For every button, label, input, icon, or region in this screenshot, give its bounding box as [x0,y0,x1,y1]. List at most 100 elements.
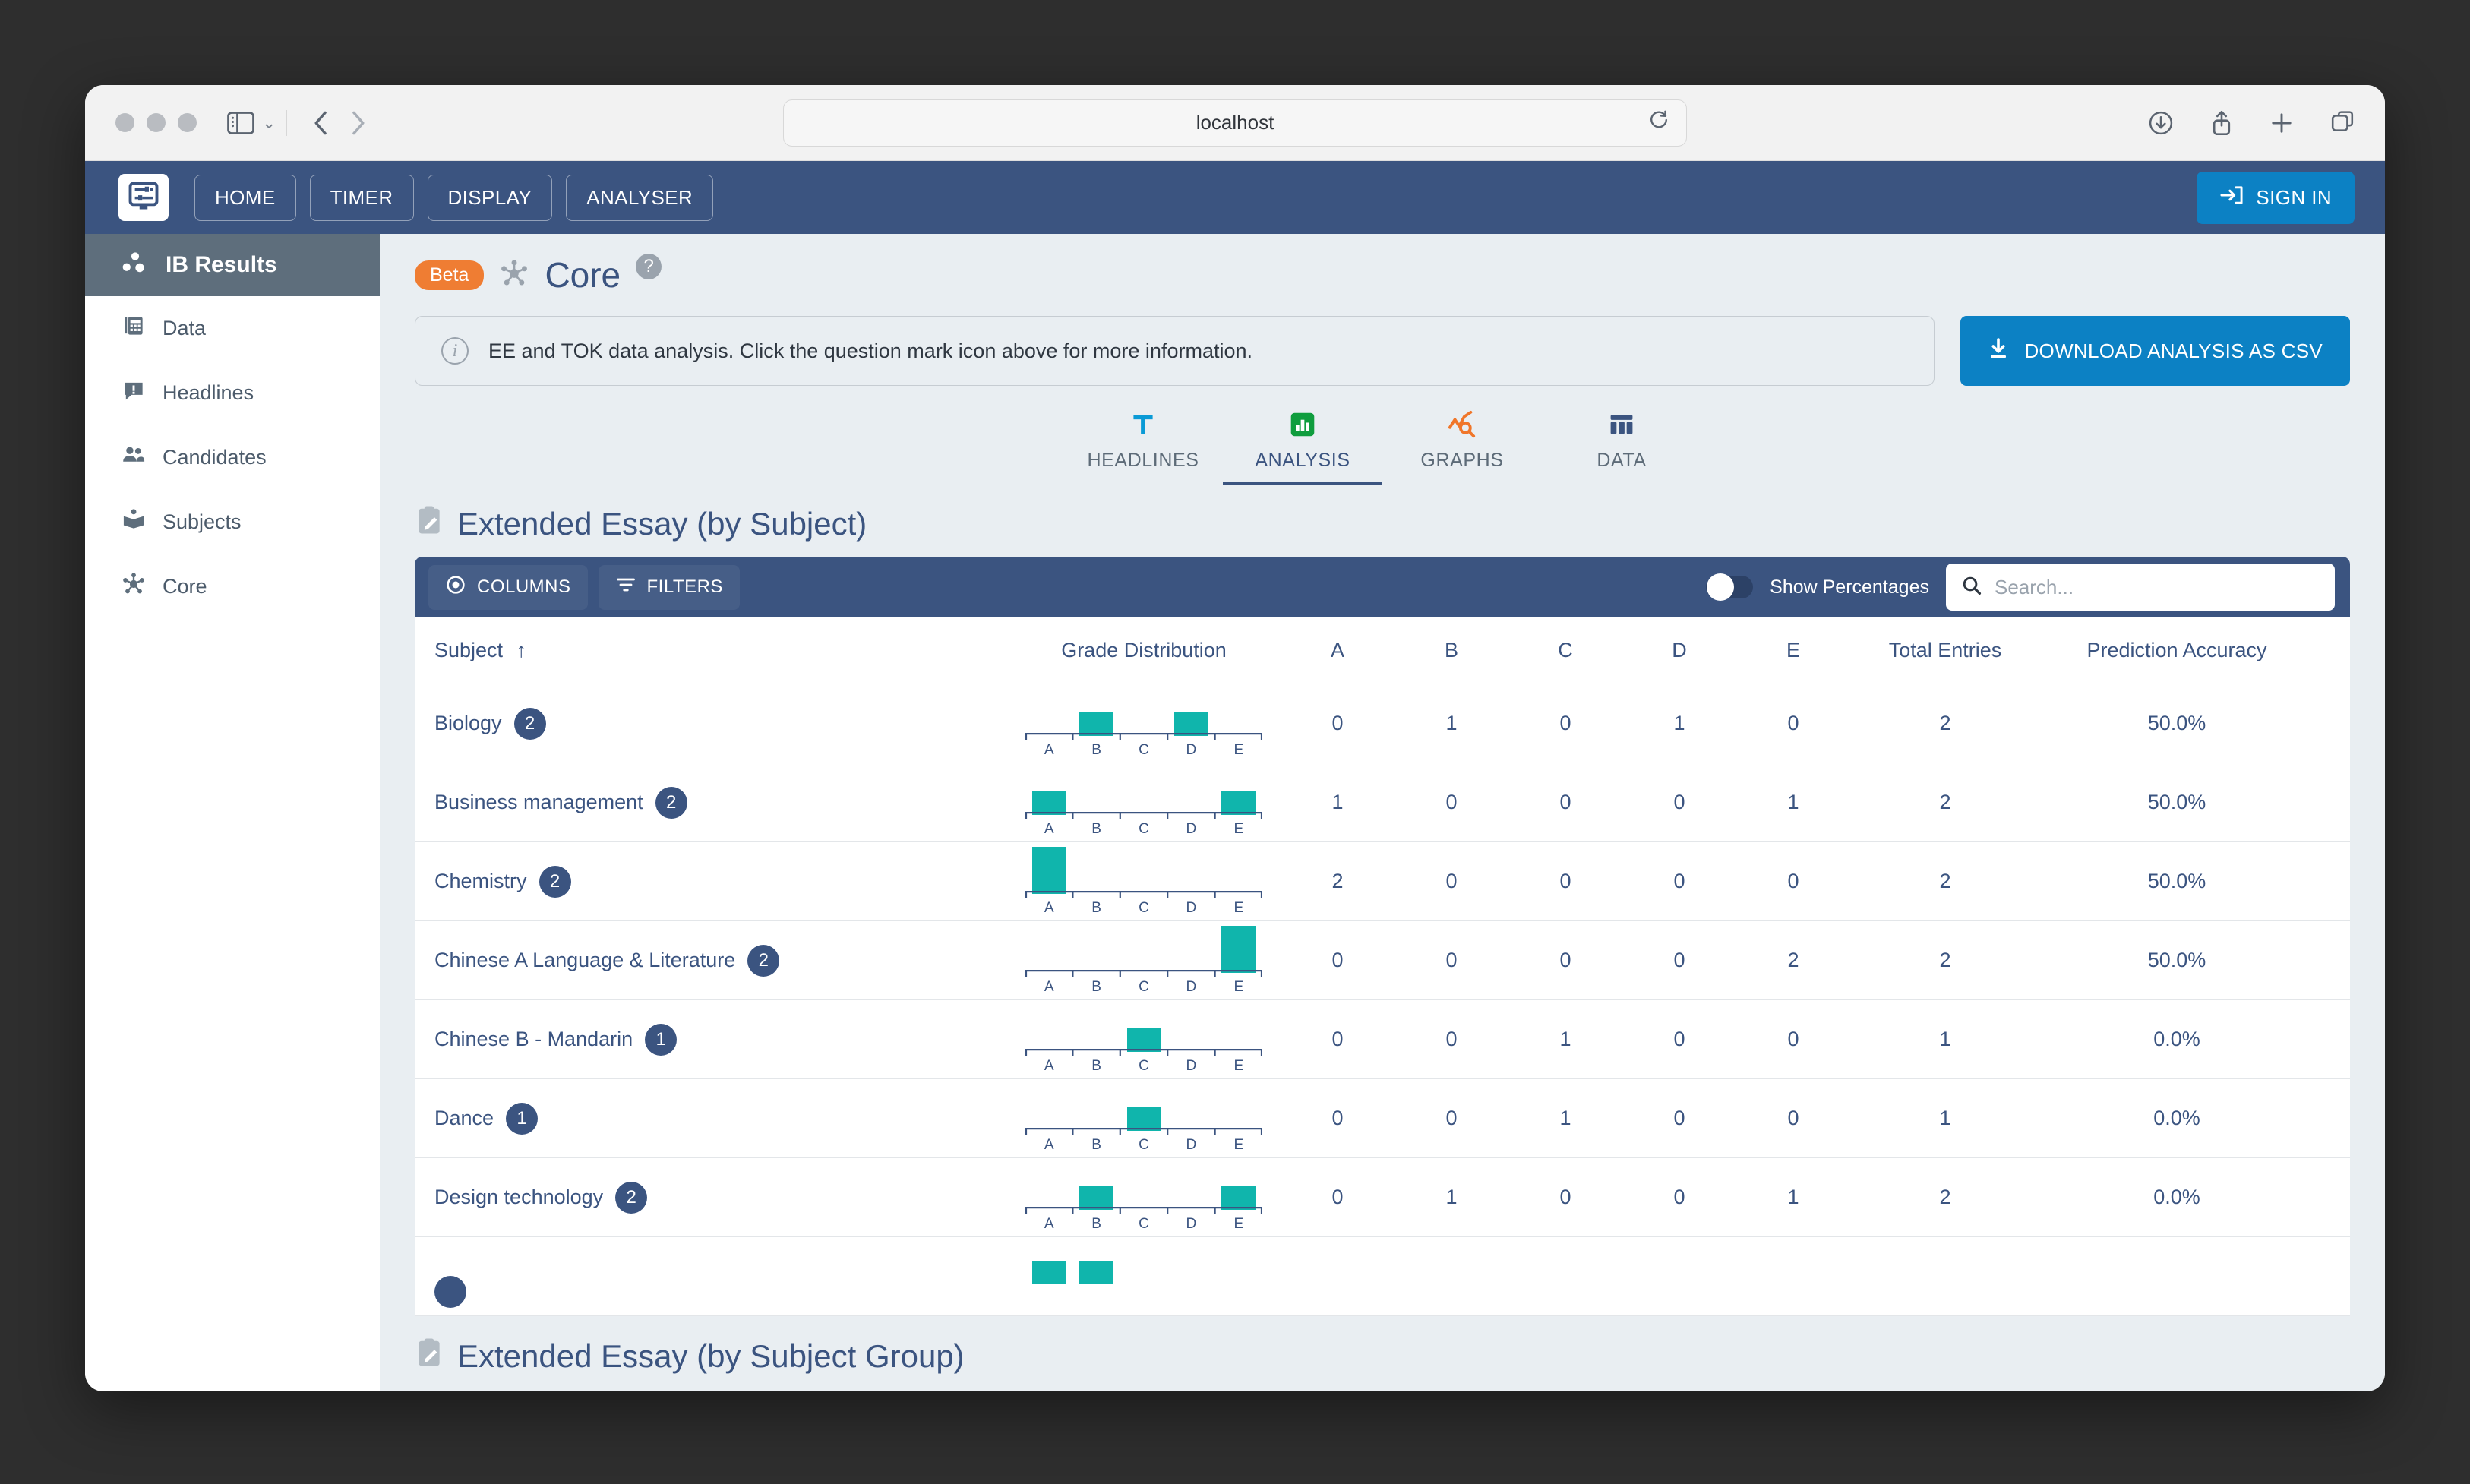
column-header-b[interactable]: B [1395,617,1508,684]
chart-axis [1025,732,1262,740]
table-row[interactable]: Dance 1 A B C D E 0 0 1 0 0 1 0.0% [415,1078,2350,1158]
display-settings-icon [127,180,160,216]
tab-headlines[interactable]: HEADLINES [1063,409,1223,485]
sidebar-toggle-icon[interactable] [227,111,254,134]
column-header-c[interactable]: C [1508,617,1622,684]
filters-label: FILTERS [646,576,723,597]
table-row-partial[interactable] [415,1236,2350,1316]
sidebar-item-candidates[interactable]: Candidates [85,425,380,490]
forward-arrow-icon[interactable] [349,110,366,136]
cell-a: 1 [1281,763,1395,842]
close-window-button[interactable] [115,113,134,132]
chart-plot [1025,1237,1262,1284]
chart-plot [1025,925,1262,973]
cell-b: 0 [1395,841,1508,921]
grade-label: E [1233,978,1244,995]
show-percentages-toggle[interactable] [1706,573,1754,601]
plus-icon[interactable] [2269,111,2294,135]
reload-icon[interactable] [1648,109,1669,136]
window-controls[interactable] [115,113,197,132]
cell-d: 0 [1622,920,1736,1000]
chart-labels: A B C D E [1025,821,1262,838]
sidebar-item-label: Candidates [163,446,267,469]
cell-d: 0 [1622,1078,1736,1158]
line-chart-search-icon [1448,409,1477,440]
download-icon[interactable] [2148,110,2174,136]
column-header-a[interactable]: A [1281,617,1395,684]
question-mark-icon[interactable]: ? [636,254,662,279]
column-header-label: Subject [434,639,504,661]
app-logo[interactable] [118,174,169,221]
column-header-total-entries[interactable]: Total Entries [1850,617,2040,684]
address-bar[interactable]: localhost [783,99,1687,147]
column-header-e[interactable]: E [1736,617,1850,684]
entry-count-badge: 2 [747,944,780,977]
bar-column [1072,1237,1120,1284]
grade-label: A [1044,899,1054,916]
nav-item-display[interactable]: DISPLAY [427,174,553,221]
grade-bar [1031,846,1066,894]
table-body: Biology 2 A B C D E 0 1 0 1 0 2 50.0% Business managem… [415,684,2350,1316]
back-arrow-icon[interactable] [313,110,330,136]
chart-plot [1025,1084,1262,1131]
sidebar-item-data[interactable]: Data [85,296,380,361]
sidebar-item-subjects[interactable]: Subjects [85,490,380,554]
cell-total-entries: 2 [1850,841,2040,921]
chart-labels: A B C D E [1025,900,1262,917]
nav-item-timer[interactable]: TIMER [309,174,414,221]
cell-a: 0 [1281,920,1395,1000]
table-row[interactable]: Biology 2 A B C D E 0 1 0 1 0 2 50.0% [415,684,2350,763]
bar-column [1120,926,1167,973]
column-header-subject[interactable]: Subject ↑ [415,617,1007,684]
tab-data[interactable]: DATA [1542,409,1701,485]
cell-grade-distribution: A B C D E [1007,920,1281,1000]
sidebar-item-headlines[interactable]: Headlines [85,361,380,425]
sign-in-button[interactable]: SIGN IN [2197,171,2355,224]
browser-titlebar: ⌄ localhost [85,85,2385,161]
filters-button[interactable]: FILTERS [598,564,740,610]
grade-label: C [1139,899,1149,916]
cell-d: 0 [1622,999,1736,1079]
download-csv-button[interactable]: DOWNLOAD ANALYSIS AS CSV [1960,316,2350,386]
chevron-down-icon[interactable]: ⌄ [262,113,276,133]
cell-b: 0 [1395,1078,1508,1158]
search-box[interactable] [1946,564,2335,611]
tab-analysis[interactable]: ANALYSIS [1223,409,1382,485]
entry-count-badge: 1 [645,1023,678,1056]
download-csv-label: DOWNLOAD ANALYSIS AS CSV [2024,339,2323,362]
main-content: Beta Core ? i EE and TOK data analysis. … [380,234,2385,1391]
column-header-grade-distribution[interactable]: Grade Distribution [1007,617,1281,684]
nav-item-analyser[interactable]: ANALYSER [566,174,714,221]
book-icon [122,507,146,537]
nodes-icon [122,572,146,601]
grade-label: E [1233,741,1244,758]
table-row[interactable]: Chinese A Language & Literature 2 A B C D E 0 0 0… [415,920,2350,1000]
clipboard-pencil-icon [415,505,444,543]
column-header-prediction-accuracy[interactable]: Prediction Accuracy [2040,617,2314,684]
grade-label: B [1091,741,1101,758]
table-row[interactable]: Chemistry 2 A B C D E 2 0 0 0 0 2 50.0% [415,841,2350,921]
table-row[interactable]: Business management 2 A B C D E 1 0 0 0 1 2 50.0% [415,763,2350,842]
share-icon[interactable] [2210,109,2233,137]
sidebar-item-core[interactable]: Core [85,554,380,619]
tab-graphs[interactable]: GRAPHS [1382,409,1542,485]
cell-a: 0 [1281,999,1395,1079]
cell-d: 0 [1622,841,1736,921]
column-header-d[interactable]: D [1622,617,1736,684]
columns-button[interactable]: COLUMNS [428,564,588,610]
maximize-window-button[interactable] [178,113,197,132]
tab-overview-icon[interactable] [2330,110,2355,135]
nav-item-home[interactable]: HOME [194,174,296,221]
search-input[interactable] [1995,575,2320,599]
cell-grade-distribution: A B C D E [1007,1157,1281,1237]
cell-e: 2 [1736,920,1850,1000]
info-banner: i EE and TOK data analysis. Click the qu… [415,316,1935,386]
cell-prediction-accuracy: 0.0% [2040,1157,2314,1237]
bar-column [1215,1005,1262,1052]
minimize-window-button[interactable] [147,113,166,132]
table-row[interactable]: Design technology 2 A B C D E 0 1 0 0 1 2 0.0% [415,1157,2350,1237]
grade-label: A [1044,1136,1054,1153]
table-row[interactable]: Chinese B - Mandarin 1 A B C D E 0 0 1 0 0 1 0.0% [415,999,2350,1079]
cell-a: 0 [1281,1078,1395,1158]
cell-c: 1 [1508,1078,1622,1158]
